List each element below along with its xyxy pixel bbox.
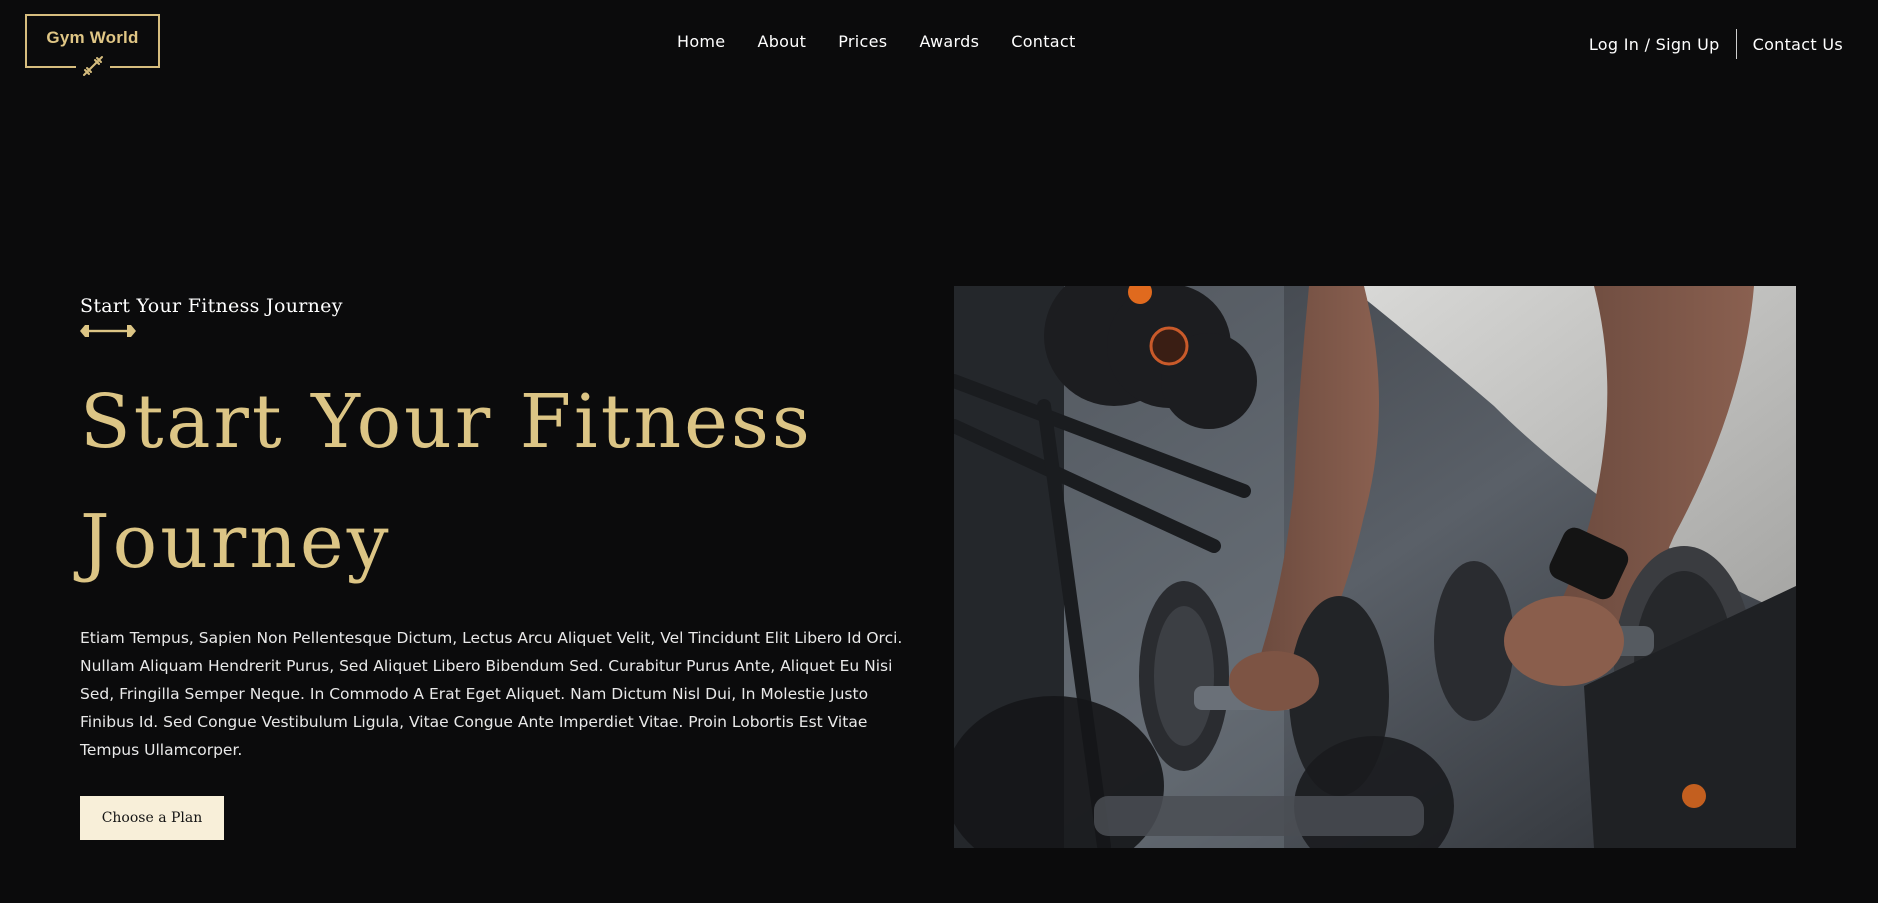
nav-contact-link[interactable]: Contact bbox=[1011, 32, 1075, 51]
header-divider bbox=[1735, 29, 1737, 59]
page: Gym World Home About Prices Awards Conta… bbox=[0, 0, 1878, 903]
main-nav: Home About Prices Awards Contact bbox=[677, 32, 1076, 51]
hero-image bbox=[954, 286, 1796, 848]
hero-eyebrow: Start Your Fitness Journey bbox=[80, 295, 343, 317]
nav-prices-link[interactable]: Prices bbox=[838, 32, 887, 51]
nav-awards-link[interactable]: Awards bbox=[919, 32, 979, 51]
dumbbell-icon bbox=[75, 54, 110, 78]
contact-us-link[interactable]: Contact Us bbox=[1753, 35, 1843, 54]
dumbbell-divider-icon bbox=[80, 323, 136, 343]
login-signup-link[interactable]: Log In / Sign Up bbox=[1589, 35, 1720, 54]
nav-home-link[interactable]: Home bbox=[677, 32, 725, 51]
hero-description: Etiam Tempus, Sapien Non Pellentesque Di… bbox=[80, 629, 903, 759]
logo-text: Gym World bbox=[46, 28, 139, 47]
choose-plan-button[interactable]: Choose a Plan bbox=[80, 796, 224, 840]
nav-about-link[interactable]: About bbox=[757, 32, 806, 51]
dumbbell-rack-illustration bbox=[954, 286, 1796, 848]
header-actions: Log In / Sign Up Contact Us bbox=[1589, 29, 1843, 59]
logo[interactable]: Gym World bbox=[25, 14, 160, 78]
hero-title: Start Your Fitness Journey bbox=[80, 379, 813, 585]
